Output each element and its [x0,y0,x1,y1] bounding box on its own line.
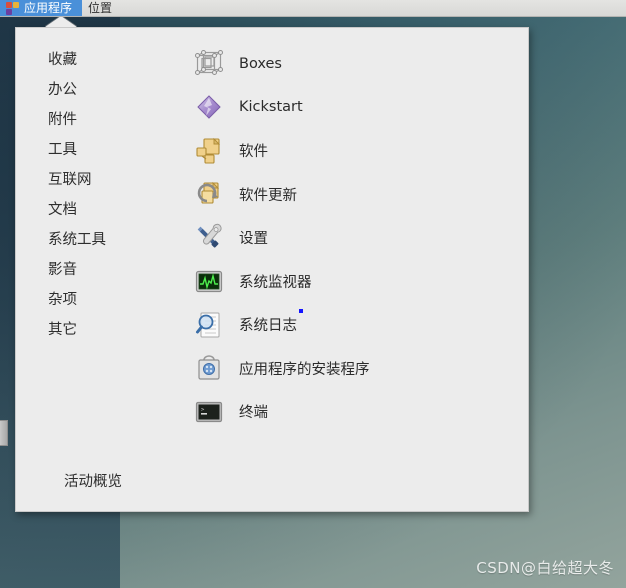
boxes-icon [194,49,224,79]
category-item-multimedia[interactable]: 影音 [16,255,176,285]
dropdown-pointer-arrow [45,16,77,27]
software-update-icon [194,179,224,209]
app-label: 设置 [239,231,268,248]
category-item-tools[interactable]: 工具 [16,135,176,165]
app-item-software-update[interactable]: 软件更新 [176,173,528,217]
settings-icon [194,223,224,253]
category-label: 工具 [48,142,77,158]
app-label: 系统监视器 [239,274,312,291]
watermark-text: CSDN@白给超大冬 [476,559,614,577]
category-item-office[interactable]: 办公 [16,75,176,105]
app-label: Boxes [239,55,282,72]
activities-overview-label: 活动概览 [64,474,122,490]
menubar-item-applications-label: 应用程序 [24,1,73,15]
application-list: Boxes Kickstart 软件 软件更新 设置 系统监视器 系统日志 应用… [176,28,528,511]
activities-overview-button[interactable]: 活动概览 [64,470,122,491]
category-label: 杂项 [48,292,77,308]
category-label: 其它 [48,322,77,338]
app-label: Kickstart [239,99,303,116]
app-item-software[interactable]: 软件 [176,129,528,173]
category-label: 系统工具 [48,232,106,248]
app-item-package-installer[interactable]: 应用程序的安装程序 [176,347,528,391]
applications-menu-panel: 收藏 办公 附件 工具 互联网 文档 系统工具 影音 杂项 其它 Boxes K… [15,27,529,512]
category-item-system-tools[interactable]: 系统工具 [16,225,176,255]
category-item-documents[interactable]: 文档 [16,195,176,225]
screen-edge-handle[interactable] [0,420,8,446]
applications-icon [6,1,19,15]
top-menubar: 应用程序 位置 [0,0,626,17]
category-label: 互联网 [48,172,92,188]
category-item-favorites[interactable]: 收藏 [16,45,176,75]
kickstart-icon [194,92,224,122]
menubar-item-applications[interactable]: 应用程序 [0,0,83,16]
app-item-kickstart[interactable]: Kickstart [176,86,528,130]
category-item-internet[interactable]: 互联网 [16,165,176,195]
menubar-item-places-label: 位置 [88,1,113,15]
app-item-system-monitor[interactable]: 系统监视器 [176,260,528,304]
category-item-other[interactable]: 其它 [16,315,176,345]
software-icon [194,136,224,166]
desktop-screen: 应用程序 位置 收藏 办公 附件 工具 互联网 文档 系统工具 影音 杂项 其它… [0,0,626,588]
category-label: 文档 [48,202,77,218]
app-label: 系统日志 [239,318,297,335]
category-label: 影音 [48,262,77,278]
category-list: 收藏 办公 附件 工具 互联网 文档 系统工具 影音 杂项 其它 [16,28,176,511]
category-label: 收藏 [48,52,77,68]
category-label: 办公 [48,82,77,98]
app-item-system-log[interactable]: 系统日志 [176,303,528,347]
system-monitor-icon [194,266,224,296]
app-label: 软件 [239,144,268,161]
app-item-terminal[interactable]: > 终端 [176,390,528,434]
app-item-boxes[interactable]: Boxes [176,42,528,86]
app-label: 软件更新 [239,187,297,204]
menubar-item-places[interactable]: 位置 [82,0,122,16]
category-label: 附件 [48,112,77,128]
package-installer-icon [194,353,224,383]
app-label: 应用程序的安装程序 [239,361,370,378]
watermark: CSDN@白给超大冬 [476,557,614,578]
system-log-icon [194,310,224,340]
category-item-accessories[interactable]: 附件 [16,105,176,135]
category-item-misc[interactable]: 杂项 [16,285,176,315]
app-item-settings[interactable]: 设置 [176,216,528,260]
cursor-dot [299,309,303,313]
app-label: 终端 [239,405,268,422]
terminal-icon: > [194,397,224,427]
